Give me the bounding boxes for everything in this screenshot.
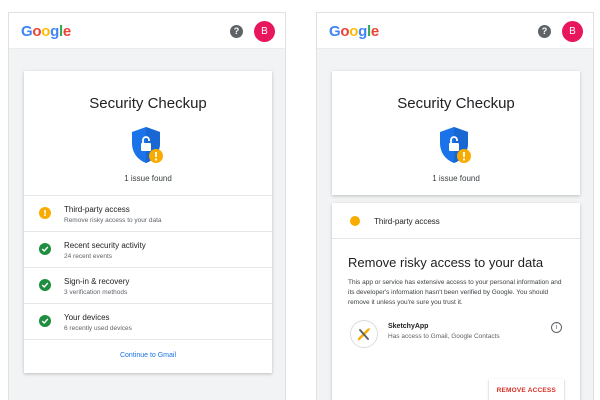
security-checkup-screen: Google ? B Security Checkup 1 issue foun… — [8, 12, 286, 400]
checkup-item-subtitle: 24 recent events — [64, 253, 113, 260]
checkup-item-subtitle: 6 recently used devices — [64, 325, 132, 332]
google-logo[interactable]: Google — [329, 23, 379, 40]
warning-icon — [350, 216, 360, 226]
checkup-item-title: Recent security activity — [64, 241, 146, 250]
security-checkup-card: Security Checkup 1 issue found Third-par… — [24, 71, 272, 373]
checkup-item-sign-in-recovery[interactable]: Sign-in & recovery 3 verification method… — [24, 267, 272, 303]
checkup-item-title: Your devices — [64, 313, 110, 322]
shield-lock-icon — [438, 126, 474, 166]
check-icon — [39, 279, 51, 291]
warning-icon — [39, 207, 51, 219]
issues-count: 1 issue found — [124, 174, 172, 183]
google-logo[interactable]: Google — [21, 23, 71, 40]
top-bar: Google ? B — [317, 13, 593, 49]
checkup-item-subtitle: 3 verification methods — [64, 289, 128, 296]
avatar[interactable]: B — [254, 21, 275, 42]
checkup-item-your-devices[interactable]: Your devices 6 recently used devices — [24, 303, 272, 339]
sketchyapp-icon — [350, 320, 378, 348]
check-icon — [39, 243, 51, 255]
risk-heading: Remove risky access to your data — [348, 255, 544, 270]
help-icon[interactable]: ? — [230, 25, 243, 38]
shield-lock-icon — [130, 126, 166, 166]
app-entry: SketchyApp Has access to Gmail, Google C… — [332, 318, 580, 360]
checkup-item-third-party-access[interactable]: Third-party access Remove risky access t… — [24, 195, 272, 231]
security-checkup-card: Security Checkup 1 issue found — [332, 71, 580, 195]
app-access-description: Has access to Gmail, Google Contacts — [388, 333, 500, 340]
info-icon[interactable]: i — [551, 322, 562, 333]
top-bar: Google ? B — [9, 13, 285, 49]
check-icon — [39, 315, 51, 327]
section-label: Third-party access — [374, 217, 440, 226]
help-icon[interactable]: ? — [538, 25, 551, 38]
continue-to-gmail-link[interactable]: Continue to Gmail — [24, 339, 272, 373]
page-title: Security Checkup — [397, 95, 515, 112]
remove-access-screen: Google ? B Security Checkup 1 issue foun… — [316, 12, 594, 400]
checkup-item-title: Sign-in & recovery — [64, 277, 130, 286]
checkup-item-recent-security-activity[interactable]: Recent security activity 24 recent event… — [24, 231, 272, 267]
page-title: Security Checkup — [89, 95, 207, 112]
checkup-item-subtitle: Remove risky access to your data — [64, 217, 162, 224]
issues-count: 1 issue found — [432, 174, 480, 183]
remove-access-button[interactable]: REMOVE ACCESS — [488, 379, 564, 400]
avatar[interactable]: B — [562, 21, 583, 42]
checkup-item-title: Third-party access — [64, 205, 130, 214]
section-header: Third-party access — [332, 203, 580, 239]
risk-description: This app or service has extensive access… — [348, 279, 562, 306]
third-party-access-card: Third-party access Remove risky access t… — [332, 203, 580, 400]
